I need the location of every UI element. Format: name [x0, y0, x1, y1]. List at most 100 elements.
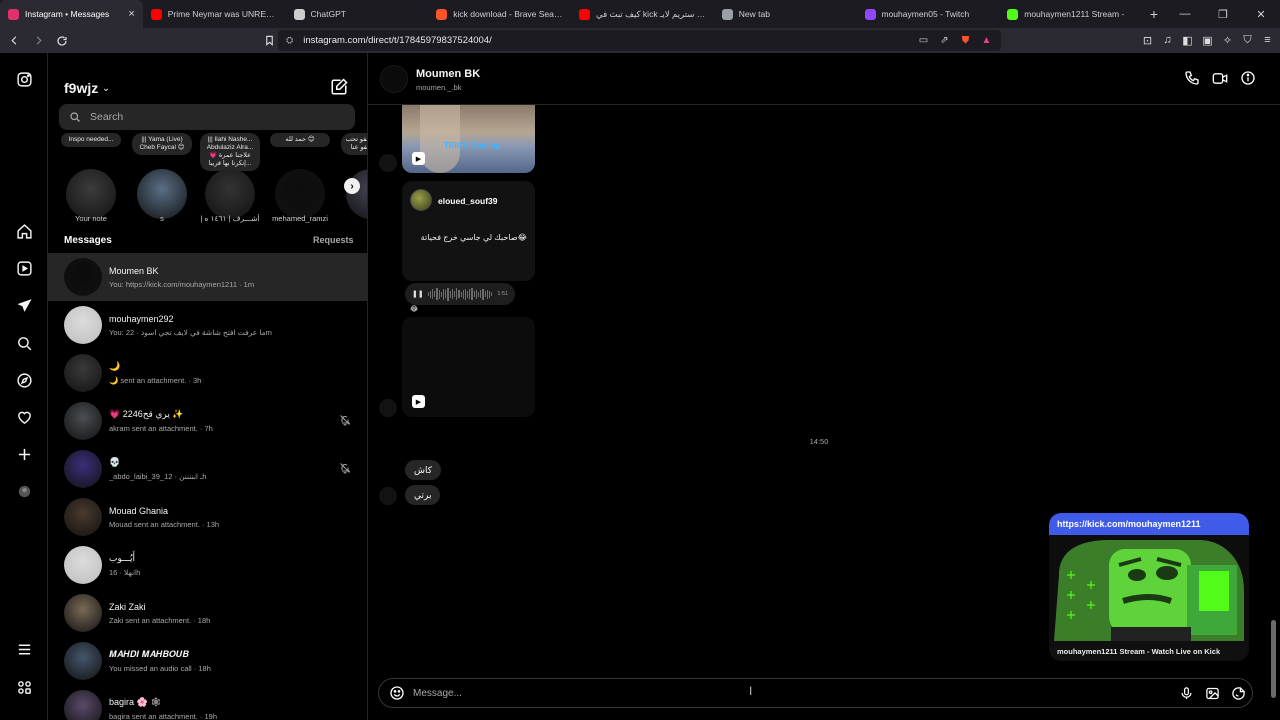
image-upload-icon[interactable] [1205, 686, 1220, 701]
sticker-icon[interactable] [1231, 686, 1246, 701]
shared-post-card[interactable]: eloued_souf39 صاحبك لي جاسي خرج فحياتة😂 [402, 181, 535, 281]
link-preview-card[interactable]: https://kick.com/mouhaymen1211 mouhaymen… [1049, 513, 1249, 661]
microphone-icon[interactable] [1179, 686, 1194, 701]
browser-toolbar: ⊡ ♫ ◧ ▣ ✧ ⛉ ≡ [1141, 32, 1274, 48]
chat-scrollbar[interactable] [1269, 105, 1278, 720]
conversation-name: أَيُـــوب [109, 553, 136, 563]
conversation-item[interactable]: mouhaymen292 You: ما عرفت افتح شاشة في لا… [48, 301, 367, 349]
conversation-item[interactable]: bagira 🌸 🕸 bagira sent an attachment. · 1… [48, 685, 367, 720]
notes-row: Inspo needed... Your note ||| Yama (Live) … [48, 133, 367, 229]
video-call-icon[interactable] [1212, 70, 1228, 86]
wallet-icon[interactable]: ▣ [1201, 32, 1214, 48]
video-message-thumbnail[interactable]: TRICK Gaming ▶ [402, 105, 535, 173]
notes-next-arrow-icon[interactable]: › [344, 178, 360, 194]
browser-tab[interactable]: New tab [714, 0, 857, 28]
sidebar-icon[interactable]: ◧ [1181, 32, 1194, 48]
conversation-item[interactable]: Mouad Ghania Mouad sent an attachment. · … [48, 493, 367, 541]
muted-bell-icon [340, 415, 351, 426]
bookmark-icon[interactable] [259, 31, 279, 51]
browser-tab[interactable]: Instagram • Messages × [0, 0, 143, 28]
emoji-icon[interactable] [389, 685, 405, 701]
conversation-item[interactable]: أَيُـــوب انهلا · 16h [48, 541, 367, 589]
note-avatar [275, 169, 325, 219]
browser-tab[interactable]: mouhaymen05 - Twitch [857, 0, 1000, 28]
minimize-button[interactable]: — [1166, 8, 1204, 20]
home-icon[interactable] [15, 222, 33, 240]
conversation-item[interactable]: Zaki Zaki Zaki sent an attachment. · 18h [48, 589, 367, 637]
site-info-icon[interactable]: ⛭ [286, 35, 293, 46]
note-name: mehamed_ramzi [272, 214, 328, 223]
instagram-logo-icon[interactable] [15, 70, 33, 88]
address-bar[interactable]: ⛭ instagram.com/direct/t/178459798375240… [278, 30, 1001, 51]
browser-tab[interactable]: كيف تبث في kick من ستريم لايـ [571, 0, 714, 28]
reels-icon[interactable] [15, 259, 33, 277]
waveform-bar [484, 291, 486, 297]
menu-icon[interactable]: ≡ [1261, 32, 1274, 48]
cast-icon[interactable]: ▭ [917, 34, 930, 47]
search-bar[interactable] [59, 104, 355, 130]
explore-icon[interactable] [15, 371, 33, 389]
tab-title: ChatGPT [310, 9, 346, 19]
reaction-emoji[interactable]: 😂 [410, 305, 418, 313]
vpn-icon[interactable]: ⛉ [1241, 32, 1254, 48]
message-composer [378, 678, 1253, 708]
message-input[interactable] [413, 687, 1153, 699]
conversation-name: 𝑴𝑨𝑯𝑫𝑰 𝑴𝑨𝑯𝑩𝑶𝑼𝑩 [109, 649, 189, 659]
audio-call-icon[interactable] [1184, 70, 1200, 86]
link-preview-url[interactable]: https://kick.com/mouhaymen1211 [1049, 513, 1249, 535]
chat-name[interactable]: Moumen BK [416, 68, 480, 80]
brave-shields-icon[interactable]: ⛊ [959, 34, 972, 47]
reload-button[interactable] [52, 31, 72, 51]
conversation-item[interactable]: 🌙 🌙 sent an attachment. · 3h [48, 349, 367, 397]
search-icon[interactable] [15, 334, 33, 352]
conversation-name: bagira 🌸 🕸 [109, 697, 162, 707]
more-menu-icon[interactable] [15, 640, 33, 658]
chat-avatar[interactable] [380, 65, 408, 93]
conversation-item[interactable]: Moumen BK You: https://kick.com/mouhaymen… [48, 253, 367, 301]
waveform-bar [464, 288, 467, 300]
screenshot-icon[interactable]: ⊡ [1141, 32, 1154, 48]
media-icon[interactable]: ♫ [1161, 32, 1174, 48]
waveform-bar [451, 289, 453, 299]
incoming-message-bubble[interactable]: كاش [405, 460, 442, 480]
conversation-text: Mouad Ghania Mouad sent an attachment. · … [109, 506, 219, 529]
search-input[interactable] [90, 111, 330, 123]
new-message-icon[interactable] [330, 78, 348, 96]
leo-ai-icon[interactable]: ✧ [1221, 32, 1234, 48]
incoming-message-bubble[interactable]: برتي [405, 485, 441, 505]
conversation-item[interactable]: 💀 _abdo_laibi_39_ـ انننننن · 12h [48, 445, 367, 493]
conversation-info-icon[interactable] [1240, 70, 1256, 86]
waveform-bar [488, 290, 491, 298]
browser-tab[interactable]: ChatGPT [286, 0, 429, 28]
waveform-bar [445, 290, 447, 298]
restore-button[interactable]: ❐ [1204, 8, 1242, 21]
conversation-item[interactable]: 💗 2246يري قح ✨ akram sent an attachment. … [48, 397, 367, 445]
browser-tab[interactable]: Prime Neymar was UNREAL - Y [143, 0, 286, 28]
waveform-bar [482, 288, 484, 300]
voice-message[interactable]: ❚❚ 1:51 [405, 283, 515, 305]
close-tab-icon[interactable]: × [128, 8, 134, 20]
conversation-item[interactable]: 𝑴𝑨𝑯𝑫𝑰 𝑴𝑨𝑯𝑩𝑶𝑼𝑩 You missed an audio call · … [48, 637, 367, 685]
also-from-meta-icon[interactable] [15, 678, 33, 696]
note-bubble: اللهم إنك عفو تحب العفو فاعفو عنا [341, 133, 367, 155]
forward-button[interactable] [28, 31, 48, 51]
browser-tab[interactable]: kick download - Brave Search [428, 0, 571, 28]
messages-icon[interactable] [15, 296, 33, 314]
notifications-heart-icon[interactable] [15, 408, 33, 426]
share-icon[interactable]: ⇗ [938, 34, 951, 47]
requests-link[interactable]: Requests [313, 235, 354, 245]
video-message[interactable]: ▶ [402, 317, 535, 417]
waveform-bar [440, 291, 443, 297]
browser-tab[interactable]: mouhaymen1211 Stream - [999, 0, 1142, 28]
scrollbar-thumb[interactable] [1271, 620, 1276, 698]
create-plus-icon[interactable] [15, 445, 33, 463]
shared-post-username[interactable]: eloued_souf39 [438, 196, 498, 206]
close-window-button[interactable]: ✕ [1242, 8, 1280, 21]
back-button[interactable] [4, 31, 24, 51]
new-tab-button[interactable]: + [1142, 0, 1166, 28]
pause-icon[interactable]: ❚❚ [412, 290, 424, 298]
waveform-bar [462, 289, 464, 299]
brave-rewards-icon[interactable]: ▲ [980, 34, 993, 47]
profile-avatar-icon[interactable] [15, 482, 33, 500]
account-switcher[interactable]: f9wjz ⌄ [64, 80, 110, 96]
